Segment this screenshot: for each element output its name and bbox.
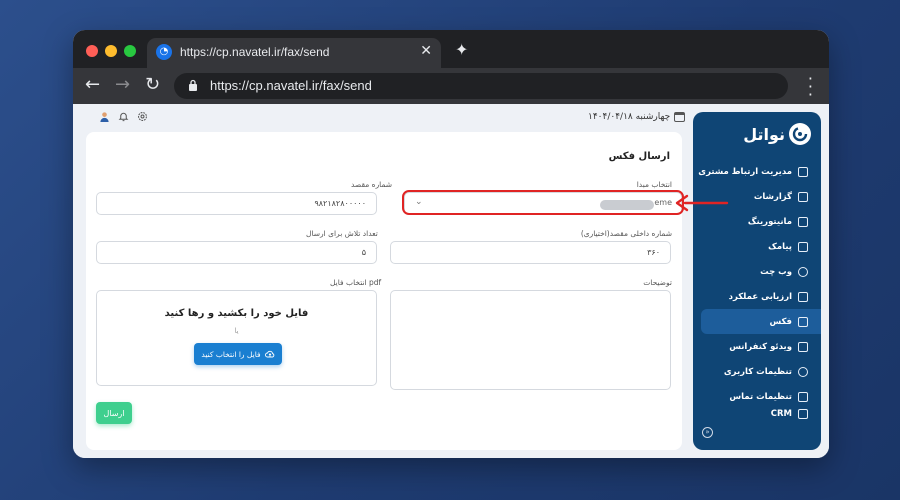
user-icon [798,366,808,377]
browser-tab[interactable]: ◔ https://cp.navatel.ir/fax/send ✕ [147,38,441,68]
current-date: چهارشنبه ۱۴۰۴/۰۴/۱۸ [588,112,686,122]
sidebar-item-crm[interactable]: CRM [693,409,821,419]
reload-icon[interactable]: ↻ [145,74,160,95]
source-label: انتخاب مبدا [636,180,672,189]
sidebar-item-label: تنظیمات کاربری [723,366,792,377]
settings-icon [798,391,808,402]
user-avatar-icon[interactable] [99,111,110,122]
title-bar: ◔ https://cp.navatel.ir/fax/send ✕ ✦ [73,30,829,68]
dropzone-or: یا [234,327,239,335]
sidebar-item-call-settings[interactable]: تنظیمات تماس [693,384,821,409]
destination-value: ۹۸۲۱۸۲۸۰۰۰۰۰ [314,199,366,208]
browser-window: ◔ https://cp.navatel.ir/fax/send ✕ ✦ ← →… [73,30,829,458]
sidebar-item-label: فکس [769,316,792,327]
sidebar-item-label: تنظیمات تماس [729,391,792,402]
sidebar-item-sms[interactable]: پیامک [693,234,821,259]
gear-icon[interactable] [137,111,148,122]
new-tab-icon[interactable]: ✦ [455,40,468,59]
sidebar-item-fax[interactable]: فکس [701,309,821,334]
submit-button[interactable]: ارسال [96,402,132,424]
sidebar-item-performance[interactable]: ارزیابی عملکرد [693,284,821,309]
extension-value: ۳۶۰ [647,248,660,257]
send-icon [798,241,808,252]
browser-menu-icon[interactable]: · · · [808,71,813,103]
back-arrow-icon[interactable]: ← [85,74,100,95]
fax-form-card: ارسال فکس انتخاب مبدا eme ⌄ شماره مقصد ۹… [86,132,684,450]
monitor-icon [798,216,808,227]
address-bar[interactable]: https://cp.navatel.ir/fax/send [174,73,788,99]
description-textarea[interactable] [390,290,671,390]
sidebar: نواتل مدیریت ارتباط مشتری گزارشات مانیتو… [693,112,821,450]
browser-toolbar: ← → ↻ https://cp.navatel.ir/fax/send · · · [73,68,829,104]
sidebar-item-label: وب چت [760,266,792,277]
retries-label: تعداد تلاش برای ارسال [306,229,378,238]
chat-icon [798,266,808,277]
sidebar-item-crm-management[interactable]: مدیریت ارتباط مشتری [693,159,821,184]
sidebar-item-label: گزارشات [753,191,792,202]
retries-input[interactable]: ۵ [96,241,377,264]
logo-text: نواتل [743,124,785,144]
sidebar-item-label: مدیریت ارتباط مشتری [698,166,792,177]
minimize-window-button[interactable] [105,45,117,57]
sidebar-item-video-conference[interactable]: ویدئو کنفرانس [693,334,821,359]
retries-value: ۵ [361,248,366,257]
video-icon [798,341,808,352]
destination-label: شماره مقصد [351,180,393,189]
file-dropzone[interactable]: فایل خود را بکشید و رها کنید یا فایل را … [96,290,377,386]
fax-icon [798,316,808,327]
site-favicon-icon: ◔ [156,44,172,60]
logo: نواتل [743,122,811,146]
close-window-button[interactable] [86,45,98,57]
choose-file-button[interactable]: فایل را انتخاب کنید [194,343,282,365]
bell-icon[interactable] [118,111,129,122]
file-label: انتخاب فایل pdf [330,278,382,287]
calendar-icon [674,112,686,122]
lock-icon [189,79,197,91]
collapse-sidebar-icon[interactable]: » [702,427,713,438]
choose-file-label: فایل را انتخاب کنید [201,349,261,359]
annotation-arrow-icon [675,194,729,212]
report-icon [798,191,808,202]
annotation-highlight-box [402,190,684,215]
clipboard-icon [798,291,808,302]
header-icons [99,111,148,122]
forward-arrow-icon[interactable]: → [115,74,130,95]
contacts-icon [798,166,808,177]
extension-label: شماره داخلی مقصد(اختیاری) [580,229,672,238]
maximize-window-button[interactable] [124,45,136,57]
destination-input[interactable]: ۹۸۲۱۸۲۸۰۰۰۰۰ [96,192,377,215]
url-text: https://cp.navatel.ir/fax/send [210,78,372,93]
sidebar-item-webchat[interactable]: وب چت [693,259,821,284]
dropzone-title: فایل خود را بکشید و رها کنید [164,308,309,319]
description-label: توضیحات [643,278,672,287]
sidebar-item-label: ویدئو کنفرانس [729,341,792,352]
sidebar-item-user-settings[interactable]: تنظیمات کاربری [693,359,821,384]
sidebar-item-label: مانیتورینگ [747,216,792,227]
sidebar-item-label: ارزیابی عملکرد [728,291,792,302]
page-title: ارسال فکس [608,151,670,162]
tab-close-icon[interactable]: ✕ [420,43,432,59]
tab-title: https://cp.navatel.ir/fax/send [180,45,330,59]
logo-icon [789,123,811,145]
extension-input[interactable]: ۳۶۰ [390,241,671,264]
date-text: چهارشنبه ۱۴۰۴/۰۴/۱۸ [588,112,671,122]
sidebar-item-label: پیامک [768,241,792,252]
sidebar-item-label: CRM [770,409,792,419]
page: چهارشنبه ۱۴۰۴/۰۴/۱۸ نواتل مدیریت ارتباط … [73,104,829,458]
cloud-upload-icon [264,350,274,358]
folder-icon [798,409,808,419]
